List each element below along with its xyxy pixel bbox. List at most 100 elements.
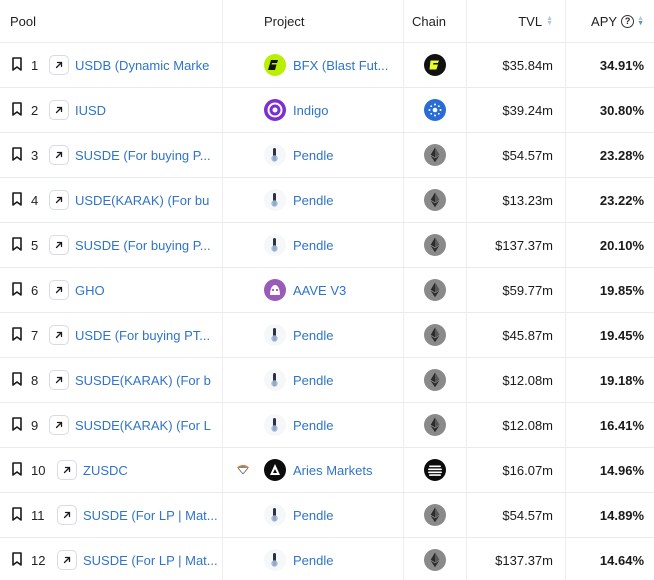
project-link[interactable]: Aries Markets	[293, 463, 372, 478]
bookmark-icon[interactable]	[10, 56, 23, 74]
pool-link[interactable]: GHO	[75, 283, 105, 298]
project-cell: Pendle	[224, 178, 402, 222]
chain-cell	[404, 403, 466, 447]
project-link[interactable]: Pendle	[293, 418, 333, 433]
pool-link[interactable]: SUSDE (For buying P...	[75, 148, 211, 163]
ethereum-icon[interactable]	[424, 414, 446, 436]
ethereum-icon[interactable]	[424, 144, 446, 166]
rank-number: 10	[31, 462, 46, 478]
pool-link[interactable]: SUSDE (For buying P...	[75, 238, 211, 253]
bookmark-icon[interactable]	[10, 236, 23, 254]
bookmark-icon[interactable]	[10, 551, 23, 569]
external-link-icon[interactable]	[49, 325, 69, 345]
table-row[interactable]: 8 SUSDE(KARAK) (For b Pendle $12.08m 19.18%	[0, 358, 654, 403]
pool-cell: 4 USDE(KARAK) (For bu	[10, 178, 222, 222]
external-link-icon[interactable]	[49, 235, 69, 255]
header-chain[interactable]: Chain	[404, 0, 466, 42]
cardano-icon[interactable]	[424, 99, 446, 121]
project-cell: Pendle	[224, 538, 402, 580]
bookmark-icon[interactable]	[10, 281, 23, 299]
pool-cell: 3 SUSDE (For buying P...	[10, 133, 222, 177]
pool-link[interactable]: SUSDE(KARAK) (For L	[75, 418, 211, 433]
table-row[interactable]: 7 USDE (For buying PT... Pendle $45.87m 19.4…	[0, 313, 654, 358]
pool-link[interactable]: ZUSDC	[83, 463, 128, 478]
ethereum-icon[interactable]	[424, 234, 446, 256]
pendle-icon	[264, 324, 286, 346]
project-link[interactable]: Pendle	[293, 148, 333, 163]
bookmark-icon[interactable]	[10, 101, 23, 119]
pool-cell: 8 SUSDE(KARAK) (For b	[10, 358, 222, 402]
table-row[interactable]: 12 SUSDE (For LP | Mat... Pendle $137.37m 14…	[0, 538, 654, 580]
project-cell: Pendle	[224, 358, 402, 402]
help-icon[interactable]: ?	[621, 14, 635, 28]
pool-cell: 6 GHO	[10, 268, 222, 312]
table-row[interactable]: 10 ZUSDC Aries Markets $16.07m 14.96%	[0, 448, 654, 493]
table-row[interactable]: 5 SUSDE (For buying P... Pendle $137.37m 20.…	[0, 223, 654, 268]
external-link-icon[interactable]	[57, 505, 77, 525]
project-link[interactable]: Pendle	[293, 328, 333, 343]
table-row[interactable]: 6 GHO AAVE V3 $59.77m 19.85%	[0, 268, 654, 313]
external-link-icon[interactable]	[49, 370, 69, 390]
bookmark-icon[interactable]	[10, 416, 23, 434]
header-chain-label: Chain	[412, 13, 446, 29]
apy-value: 30.80%	[599, 102, 644, 118]
rank-number: 9	[31, 417, 39, 433]
ethereum-icon[interactable]	[424, 504, 446, 526]
tvl-value: $12.08m	[502, 372, 553, 388]
table-row[interactable]: 11 SUSDE (For LP | Mat... Pendle $54.57m 14.…	[0, 493, 654, 538]
table-row[interactable]: 2 IUSD Indigo $39.24m 30.80%	[0, 88, 654, 133]
apy-value: 19.18%	[599, 372, 644, 388]
bookmark-icon[interactable]	[10, 326, 23, 344]
project-link[interactable]: Pendle	[293, 553, 333, 568]
tvl-value: $137.37m	[495, 552, 553, 568]
header-tvl[interactable]: TVL ▲ ▼	[467, 0, 565, 42]
external-link-icon[interactable]	[49, 415, 69, 435]
table-row[interactable]: 1 USDB (Dynamic Marke BFX (Blast Fut... $35…	[0, 43, 654, 88]
pool-link[interactable]: IUSD	[75, 103, 106, 118]
project-link[interactable]: Pendle	[293, 508, 333, 523]
table-row[interactable]: 4 USDE(KARAK) (For bu Pendle $13.23m 23.22%	[0, 178, 654, 223]
pool-link[interactable]: USDE(KARAK) (For bu	[75, 193, 209, 208]
table-row[interactable]: 9 SUSDE(KARAK) (For L Pendle $12.08m 16.41%	[0, 403, 654, 448]
apy-cell: 19.18%	[567, 358, 654, 402]
pool-link[interactable]: SUSDE (For LP | Mat...	[83, 508, 218, 523]
project-link[interactable]: Indigo	[293, 103, 328, 118]
external-link-icon[interactable]	[57, 550, 77, 570]
pool-link[interactable]: SUSDE (For LP | Mat...	[83, 553, 218, 568]
project-link[interactable]: Pendle	[293, 238, 333, 253]
project-link[interactable]: BFX (Blast Fut...	[293, 58, 388, 73]
tvl-cell: $54.57m	[467, 133, 565, 177]
ethereum-icon[interactable]	[424, 549, 446, 571]
ethereum-icon[interactable]	[424, 369, 446, 391]
ethereum-icon[interactable]	[424, 279, 446, 301]
apy-value: 14.96%	[599, 462, 644, 478]
rank-number: 6	[31, 282, 39, 298]
header-apy[interactable]: APY ? ▲ ▼	[567, 0, 654, 42]
external-link-icon[interactable]	[49, 100, 69, 120]
external-link-icon[interactable]	[49, 190, 69, 210]
pool-link[interactable]: SUSDE(KARAK) (For b	[75, 373, 211, 388]
external-link-icon[interactable]	[57, 460, 77, 480]
bookmark-icon[interactable]	[10, 461, 23, 479]
ethereum-icon[interactable]	[424, 324, 446, 346]
bookmark-icon[interactable]	[10, 191, 23, 209]
aptos-icon[interactable]	[424, 459, 446, 481]
project-link[interactable]: Pendle	[293, 193, 333, 208]
pool-link[interactable]: USDE (For buying PT...	[75, 328, 210, 343]
pool-link[interactable]: USDB (Dynamic Marke	[75, 58, 209, 73]
apy-cell: 23.28%	[567, 133, 654, 177]
table-row[interactable]: 3 SUSDE (For buying P... Pendle $54.57m 23.2…	[0, 133, 654, 178]
project-link[interactable]: Pendle	[293, 373, 333, 388]
external-link-icon[interactable]	[49, 145, 69, 165]
bookmark-icon[interactable]	[10, 146, 23, 164]
project-link[interactable]: AAVE V3	[293, 283, 346, 298]
header-pool[interactable]: Pool	[10, 0, 222, 42]
blast-icon[interactable]	[424, 54, 446, 76]
header-project[interactable]: Project	[224, 0, 402, 42]
external-link-icon[interactable]	[49, 280, 69, 300]
ethereum-icon[interactable]	[424, 189, 446, 211]
bookmark-icon[interactable]	[10, 506, 23, 524]
bookmark-icon[interactable]	[10, 371, 23, 389]
external-link-icon[interactable]	[49, 55, 69, 75]
chain-cell	[404, 43, 466, 87]
